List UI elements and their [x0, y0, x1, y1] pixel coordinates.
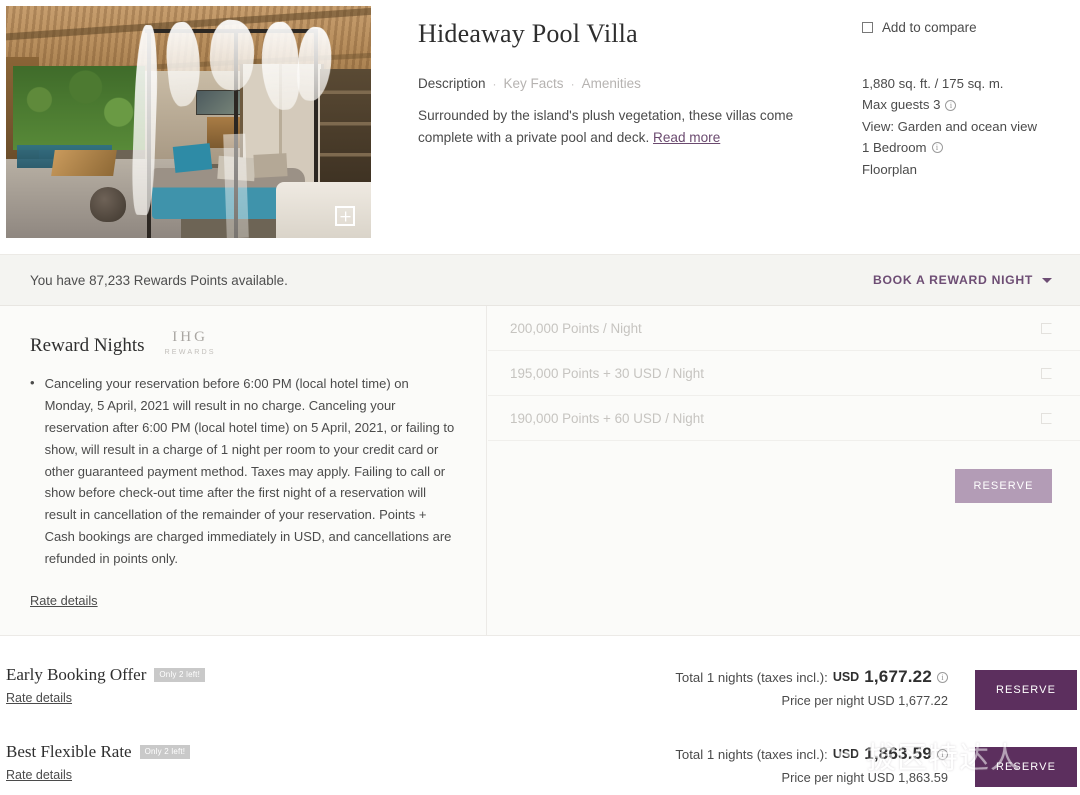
reward-option-checkbox[interactable] — [1041, 367, 1052, 379]
read-more-link[interactable]: Read more — [653, 130, 720, 145]
offer-total-prefix: Total 1 nights (taxes incl.): — [675, 746, 828, 762]
reward-option-row[interactable]: 195,000 Points + 30 USD / Night — [488, 351, 1080, 396]
fact-size: 1,880 sq. ft. / 175 sq. m. — [862, 73, 1077, 94]
reward-option-label: 200,000 Points / Night — [510, 320, 642, 336]
offer-reserve-button[interactable]: RESERVE — [975, 670, 1077, 710]
ihg-logo-main: IHG — [172, 329, 208, 345]
room-description: Surrounded by the island's plush vegetat… — [418, 105, 800, 149]
offer-reserve-wrap: RESERVE — [975, 747, 1077, 787]
fact-floorplan: Floorplan — [862, 159, 1077, 180]
reward-option-checkbox[interactable] — [1041, 322, 1052, 334]
offer-info: Best Flexible Rate Only 2 left! Rate det… — [6, 742, 191, 782]
offer-reserve-wrap: RESERVE — [975, 670, 1077, 710]
add-to-compare-label: Add to compare — [882, 20, 977, 35]
tab-amenities[interactable]: Amenities — [582, 76, 641, 91]
reward-option-label: 190,000 Points + 60 USD / Night — [510, 410, 704, 426]
fact-max-guests-label: Max guests 3 — [862, 97, 941, 113]
offer-currency: USD — [832, 747, 860, 761]
offer-price-per-night: Price per night USD 1,677.22 — [781, 693, 948, 708]
room-photo-image — [6, 6, 371, 238]
chevron-down-icon — [1042, 277, 1052, 283]
room-detail-tabs: Description · Key Facts · Amenities — [418, 76, 818, 91]
reward-nights-title: Reward Nights — [30, 335, 145, 357]
reward-policy-column: Reward Nights IHG REWARDS • Canceling yo… — [0, 306, 487, 636]
ihg-logo-sub: REWARDS — [164, 347, 216, 356]
room-description-text: Surrounded by the island's plush vegetat… — [418, 108, 794, 146]
offer-rate-details-link[interactable]: Rate details — [6, 768, 190, 782]
tab-key-facts[interactable]: Key Facts — [504, 76, 564, 91]
fact-view-label: View: Garden and ocean view — [862, 118, 1037, 134]
info-icon[interactable]: i — [937, 671, 948, 683]
info-icon[interactable]: i — [931, 142, 943, 154]
reward-points-banner: You have 87,233 Rewards Points available… — [0, 254, 1080, 306]
offer-total-amount: 1,863.59 — [864, 744, 932, 763]
room-facts-column: Add to compare 1,880 sq. ft. / 175 sq. m… — [862, 20, 1077, 180]
add-to-compare-control[interactable]: Add to compare — [862, 20, 1077, 35]
offer-row: Best Flexible Rate Only 2 left! Rate det… — [0, 730, 1080, 795]
offer-rate-details-link[interactable]: Rate details — [6, 691, 205, 705]
room-facts-list: 1,880 sq. ft. / 175 sq. m. Max guests 3 … — [862, 73, 1077, 180]
offer-info: Early Booking Offer Only 2 left! Rate de… — [6, 665, 206, 705]
offer-name: Early Booking Offer — [6, 665, 147, 684]
info-icon[interactable]: i — [945, 99, 957, 111]
offer-price: Total 1 nights (taxes incl.): USD 1,677.… — [675, 667, 948, 708]
reward-reserve-button[interactable]: RESERVE — [955, 469, 1052, 503]
cancellation-policy-text: Canceling your reservation before 6:00 P… — [44, 376, 455, 566]
reward-option-label: 195,000 Points + 30 USD / Night — [510, 365, 704, 381]
availability-badge: Only 2 left! — [154, 668, 206, 682]
reward-reserve-zone: RESERVE — [488, 441, 1080, 531]
rewards-points-available: You have 87,233 Rewards Points available… — [30, 272, 288, 288]
room-photo[interactable] — [6, 6, 371, 238]
tab-description[interactable]: Description — [418, 76, 486, 91]
tab-separator: · — [570, 76, 575, 91]
room-summary-section: Hideaway Pool Villa Description · Key Fa… — [0, 0, 1080, 245]
availability-badge: Only 2 left! — [139, 745, 191, 759]
add-to-compare-checkbox[interactable] — [862, 22, 873, 33]
ihg-rewards-logo: IHG REWARDS — [165, 330, 216, 357]
offer-total-prefix: Total 1 nights (taxes incl.): — [675, 669, 828, 685]
room-info-column: Hideaway Pool Villa Description · Key Fa… — [418, 18, 818, 149]
bullet-icon: • — [30, 375, 35, 391]
fact-bedrooms-label: 1 Bedroom — [862, 140, 927, 156]
reward-option-checkbox[interactable] — [1041, 412, 1052, 424]
offer-row: Early Booking Offer Only 2 left! Rate de… — [0, 653, 1080, 731]
cancellation-policy: • Canceling your reservation before 6:00… — [30, 373, 456, 569]
page-title: Hideaway Pool Villa — [418, 19, 638, 48]
offer-name: Best Flexible Rate — [6, 742, 132, 761]
reward-nights-header: Reward Nights IHG REWARDS — [30, 330, 456, 357]
reward-option-row[interactable]: 200,000 Points / Night — [488, 306, 1080, 351]
book-reward-night-toggle[interactable]: BOOK A REWARD NIGHT — [873, 273, 1052, 287]
offer-total-amount: 1,677.22 — [864, 667, 932, 686]
book-reward-night-label: BOOK A REWARD NIGHT — [873, 273, 1033, 287]
tab-separator: · — [492, 76, 497, 91]
reward-option-row[interactable]: 190,000 Points + 60 USD / Night — [488, 396, 1080, 441]
offer-currency: USD — [832, 670, 860, 684]
fact-size-label: 1,880 sq. ft. / 175 sq. m. — [862, 76, 1004, 91]
reward-options-column: 200,000 Points / Night 195,000 Points + … — [488, 306, 1080, 636]
reward-rate-details-link[interactable]: Rate details — [30, 593, 98, 608]
fact-view: View: Garden and ocean view — [862, 116, 1077, 137]
fact-max-guests: Max guests 3 i — [862, 94, 1077, 115]
fact-bedrooms: 1 Bedroom i — [862, 137, 1077, 158]
offer-reserve-button[interactable]: RESERVE — [975, 747, 1077, 787]
reward-nights-panel: Reward Nights IHG REWARDS • Canceling yo… — [0, 306, 1080, 636]
expand-plus-icon[interactable] — [335, 206, 355, 226]
info-icon[interactable]: i — [937, 748, 948, 760]
offer-price-per-night: Price per night USD 1,863.59 — [781, 770, 948, 785]
room-booking-page: Hideaway Pool Villa Description · Key Fa… — [0, 0, 1080, 795]
offer-price: Total 1 nights (taxes incl.): USD 1,863.… — [675, 744, 948, 785]
floorplan-link[interactable]: Floorplan — [862, 159, 917, 180]
